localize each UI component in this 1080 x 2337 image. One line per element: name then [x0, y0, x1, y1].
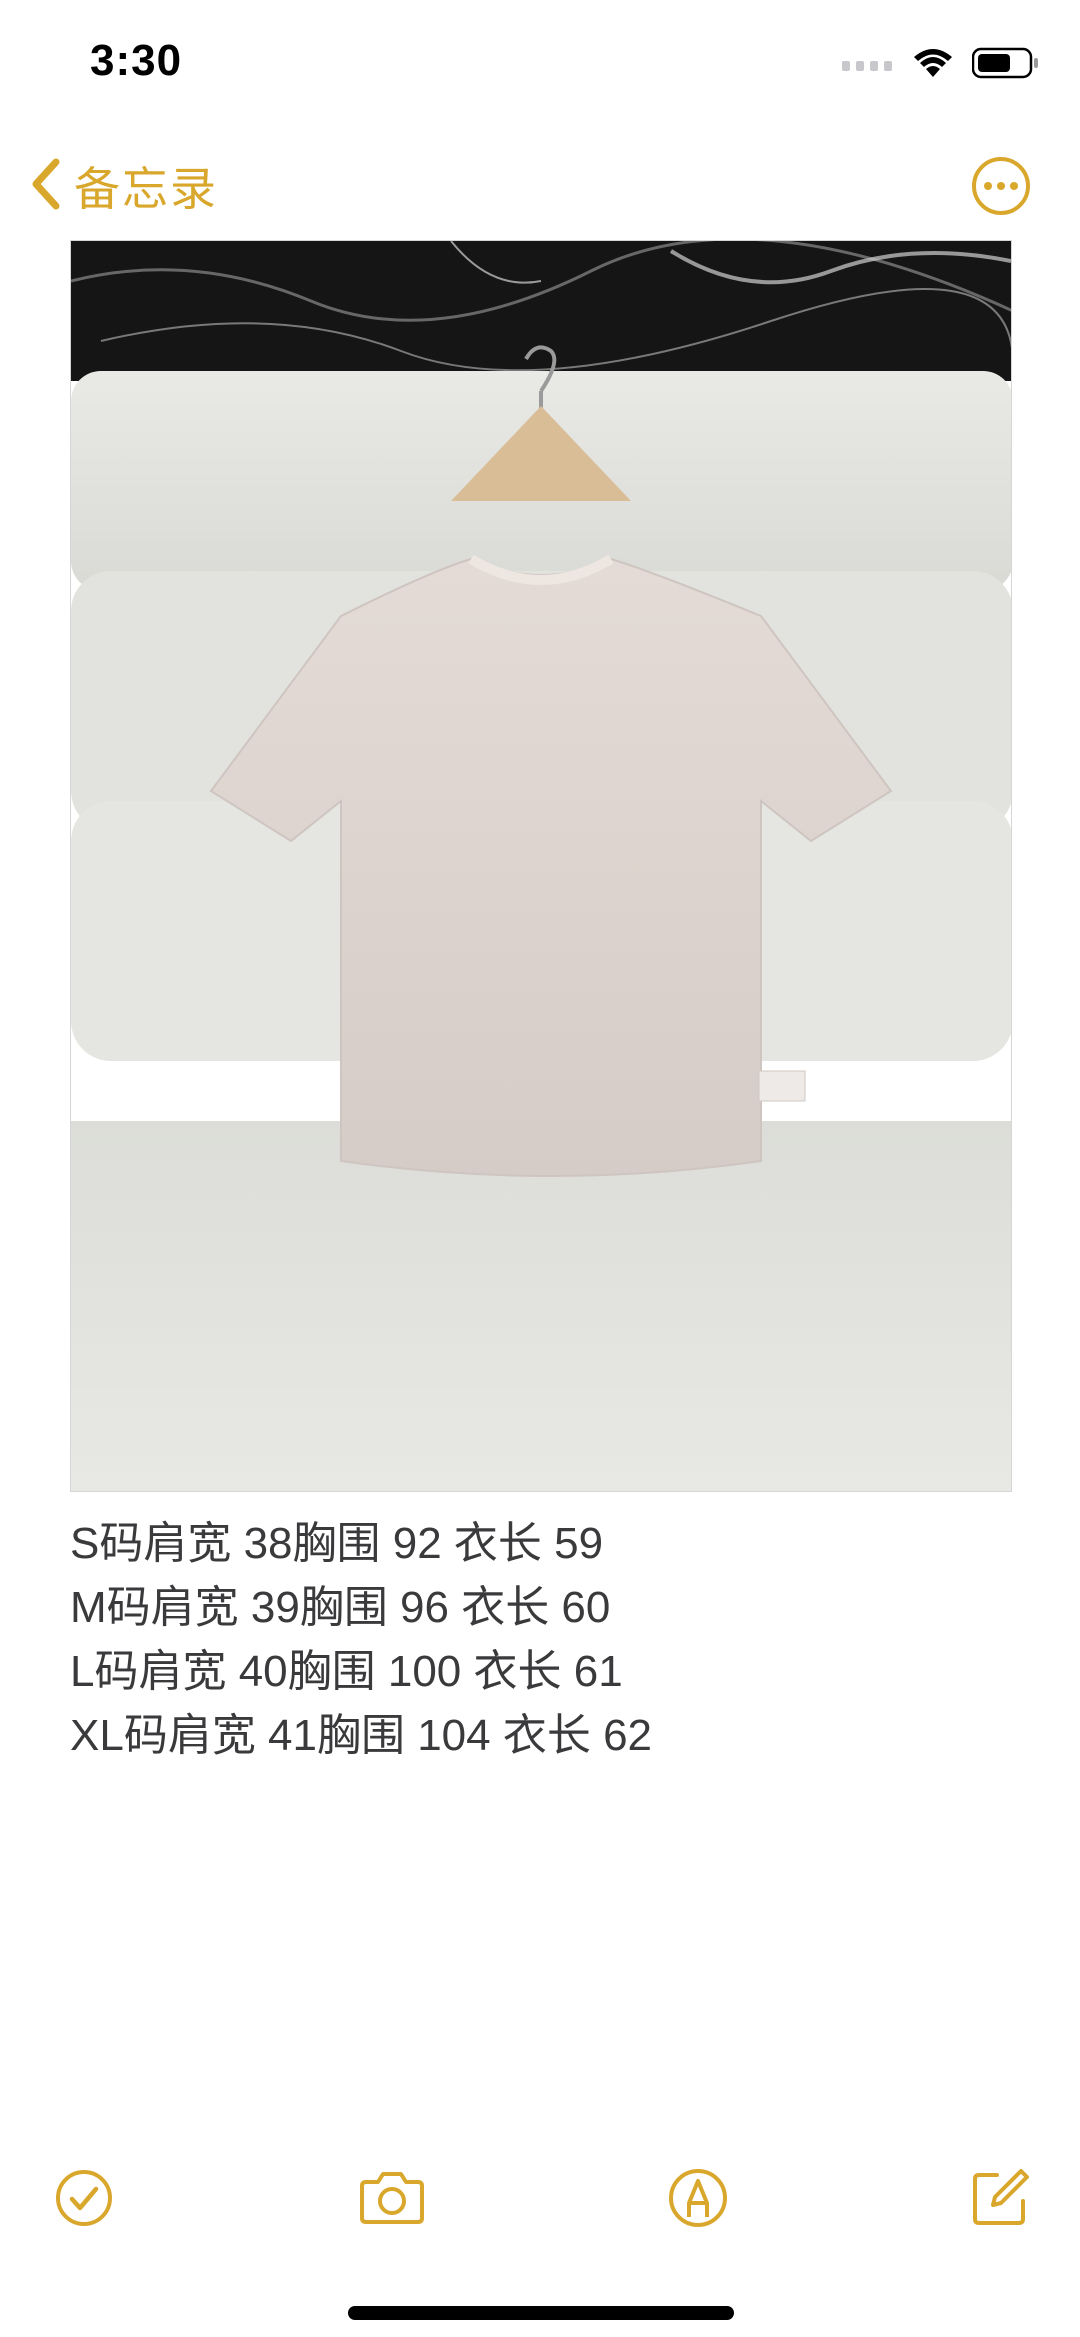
tshirt-photo	[71, 241, 1011, 1491]
status-bar: 3:30	[0, 0, 1080, 130]
note-line-xl: XL码肩宽 41胸围 104 衣长 62	[70, 1711, 653, 1760]
chevron-left-icon	[30, 158, 60, 215]
status-time: 3:30	[90, 36, 183, 85]
note-body[interactable]: S码肩宽 38胸围 92 衣长 59 M码肩宽 39胸围 96 衣长 60 L码…	[70, 1512, 1010, 1768]
ellipsis-circle-icon	[970, 157, 1032, 221]
camera-icon	[356, 2170, 428, 2231]
note-photo[interactable]	[70, 240, 1012, 1492]
markup-button[interactable]	[658, 2160, 738, 2240]
compose-button[interactable]	[960, 2160, 1040, 2240]
bottom-toolbar	[0, 2160, 1080, 2240]
notes-screen: 3:30 备忘录 S码肩宽 38胸围 92 衣长 59 M码肩宽 39胸围 96…	[0, 0, 1080, 2337]
signal-icon	[842, 55, 894, 76]
nav-bar: 备忘录	[0, 140, 1080, 230]
back-button[interactable]: 备忘录	[30, 154, 218, 218]
home-indicator[interactable]	[348, 2306, 734, 2320]
status-icons	[842, 47, 1040, 84]
back-label: 备忘录	[74, 163, 218, 215]
compose-icon	[969, 2167, 1031, 2234]
markup-pen-icon	[667, 2167, 729, 2234]
checklist-button[interactable]	[44, 2160, 124, 2240]
checklist-icon	[54, 2168, 114, 2233]
wifi-icon	[912, 47, 954, 84]
battery-icon	[971, 47, 1040, 84]
camera-button[interactable]	[352, 2160, 432, 2240]
note-line-l: L码肩宽 40胸围 100 衣长 61	[70, 1647, 623, 1696]
note-line-m: M码肩宽 39胸围 96 衣长 60	[70, 1583, 611, 1632]
more-button[interactable]	[970, 155, 1032, 217]
note-line-s: S码肩宽 38胸围 92 衣长 59	[70, 1519, 604, 1568]
